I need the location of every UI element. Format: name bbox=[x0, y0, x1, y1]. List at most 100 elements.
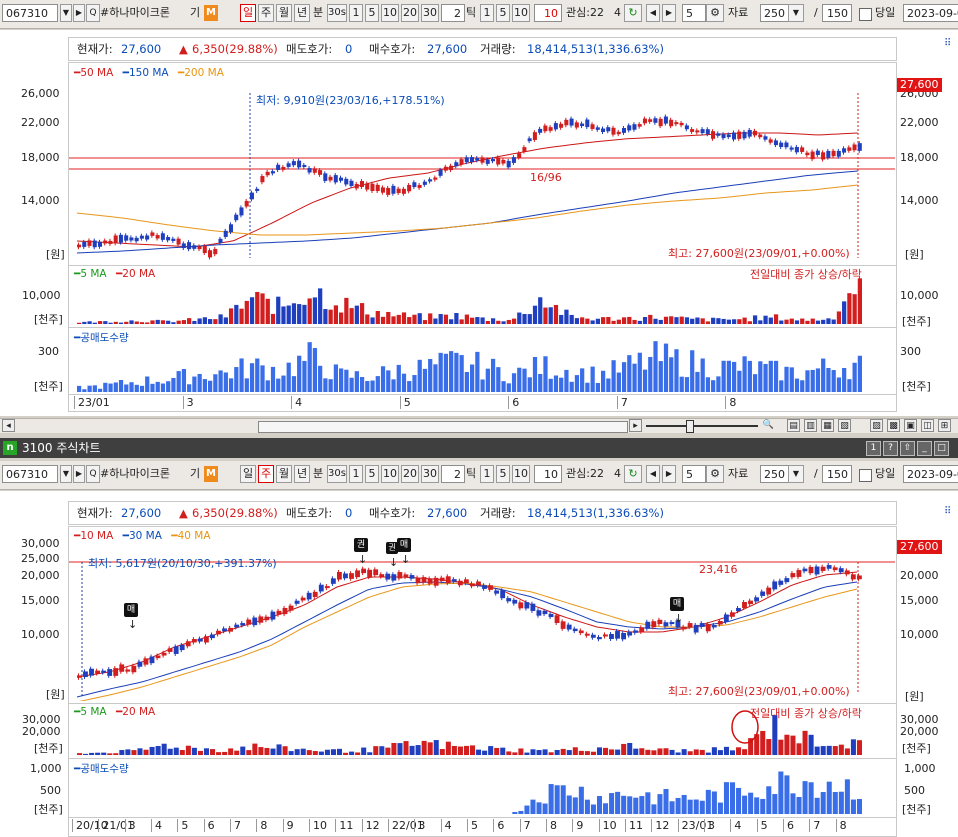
next-icon[interactable]: ▶ bbox=[662, 4, 676, 22]
chart1-short-bars bbox=[77, 341, 862, 392]
tick10-button-2[interactable]: 10 bbox=[512, 465, 530, 483]
next-icon-2[interactable]: ▶ bbox=[662, 465, 676, 483]
tick1-button[interactable]: 1 bbox=[480, 4, 494, 22]
zoom-slider-track[interactable] bbox=[646, 425, 758, 427]
zoom-icon[interactable]: 🔍 bbox=[762, 419, 775, 432]
sec30-button-2[interactable]: 30s bbox=[327, 465, 347, 483]
date-field[interactable]: 2023-09-0 bbox=[903, 4, 958, 22]
m-badge-icon-2[interactable]: M bbox=[204, 466, 218, 482]
min30-button-2[interactable]: 30 bbox=[421, 465, 439, 483]
tool-icon-6[interactable]: ▩ bbox=[887, 419, 900, 432]
c2-vol-bar bbox=[252, 743, 258, 755]
marker-right-1[interactable]: 권 bbox=[354, 538, 368, 552]
min10-button-2[interactable]: 10 bbox=[381, 465, 399, 483]
tool-icon-9[interactable]: ⊞ bbox=[938, 419, 951, 432]
marker-buy-2[interactable]: 매 bbox=[397, 538, 411, 552]
tick10-button[interactable]: 10 bbox=[512, 4, 530, 22]
c1-vol-bar bbox=[475, 317, 480, 324]
chevron-down-icon[interactable]: ▼ bbox=[788, 4, 804, 22]
c1-price-candle bbox=[475, 157, 480, 161]
prev-icon-2[interactable]: ◀ bbox=[646, 465, 660, 483]
tick-count-field[interactable]: 2 bbox=[441, 4, 465, 22]
tool-icon-2[interactable]: ▥ bbox=[804, 419, 817, 432]
min1-button-2[interactable]: 1 bbox=[349, 465, 363, 483]
marker-buy-1[interactable]: 매 bbox=[124, 603, 138, 617]
tool-icon-3[interactable]: ▦ bbox=[821, 419, 834, 432]
period-year-button-2[interactable]: 년 bbox=[294, 465, 310, 483]
c1-low-annotation: 최저: 9,910원(23/03/16,+178.51%) bbox=[256, 94, 445, 107]
period-week-button[interactable]: 주 bbox=[258, 4, 274, 22]
maximize-icon[interactable]: □ bbox=[934, 441, 949, 456]
next-arrow-icon[interactable]: ▶ bbox=[73, 4, 85, 22]
m-badge-icon[interactable]: M bbox=[204, 5, 218, 21]
tool-icon-7[interactable]: ▣ bbox=[904, 419, 917, 432]
tool-icon-1[interactable]: ▤ bbox=[787, 419, 800, 432]
tool-icon-5[interactable]: ▨ bbox=[870, 419, 883, 432]
chart1-expand-icon[interactable]: ⠿ bbox=[944, 38, 951, 49]
tool-icon-4[interactable]: ▧ bbox=[838, 419, 851, 432]
min5-button[interactable]: 5 bbox=[365, 4, 379, 22]
min5-button-2[interactable]: 5 bbox=[365, 465, 379, 483]
c1-price-candle bbox=[847, 147, 852, 151]
window-num-icon[interactable]: 1 bbox=[866, 441, 881, 456]
code-dropdown-icon-2[interactable]: ▼ bbox=[60, 465, 72, 483]
period-day-button[interactable]: 일 bbox=[240, 4, 256, 22]
min1-button[interactable]: 1 bbox=[349, 4, 363, 22]
sec30-button[interactable]: 30s bbox=[327, 4, 347, 22]
c2-price-candle bbox=[778, 580, 784, 585]
tick1-button-2[interactable]: 1 bbox=[480, 465, 494, 483]
tool-icon-8[interactable]: ◫ bbox=[921, 419, 934, 432]
scroll-right-icon[interactable]: ▸ bbox=[629, 419, 642, 432]
stock-code-field-2[interactable]: 067310 bbox=[2, 465, 58, 483]
search-icon-2[interactable]: Q bbox=[86, 465, 100, 483]
period-month-button[interactable]: 월 bbox=[276, 4, 292, 22]
zoom-slider-handle[interactable] bbox=[686, 420, 694, 433]
min30-button[interactable]: 30 bbox=[421, 4, 439, 22]
tick-value-field-2[interactable]: 10 bbox=[534, 465, 562, 483]
c1-vol-bar bbox=[459, 319, 464, 324]
scroll-left-icon[interactable]: ◂ bbox=[2, 419, 15, 432]
period-month-button-2[interactable]: 월 bbox=[276, 465, 292, 483]
min20-button-2[interactable]: 20 bbox=[401, 465, 419, 483]
x-label: 11 bbox=[335, 819, 353, 832]
period-week-button-2[interactable]: 주 bbox=[258, 465, 274, 483]
view-count-field-2[interactable]: 150 bbox=[822, 465, 852, 483]
step-field-2[interactable]: 5 bbox=[682, 465, 706, 483]
min20-button[interactable]: 20 bbox=[401, 4, 419, 22]
window-tool-icon[interactable]: ? bbox=[883, 441, 898, 456]
tick-value-field[interactable]: 10 bbox=[534, 4, 562, 22]
period-year-button[interactable]: 년 bbox=[294, 4, 310, 22]
tick5-button-2[interactable]: 5 bbox=[496, 465, 510, 483]
period-day-button-2[interactable]: 일 bbox=[240, 465, 256, 483]
code-dropdown-icon[interactable]: ▼ bbox=[60, 4, 72, 22]
next-arrow-icon-2[interactable]: ▶ bbox=[73, 465, 85, 483]
date-field-2[interactable]: 2023-09-0 bbox=[903, 465, 958, 483]
c2-price-candle bbox=[415, 577, 421, 584]
minimize-icon[interactable]: _ bbox=[917, 441, 932, 456]
c1-price-candle bbox=[307, 168, 312, 173]
view-count-field[interactable]: 150 bbox=[822, 4, 852, 22]
refresh-icon-2[interactable]: ↻ bbox=[624, 465, 642, 483]
stock-code-field[interactable]: 067310 bbox=[2, 4, 58, 22]
c1-short-bar bbox=[160, 383, 166, 392]
refresh-icon[interactable]: ↻ bbox=[624, 4, 642, 22]
c2-vol-bar bbox=[717, 750, 723, 755]
settings-gear-icon[interactable]: ⚙ bbox=[706, 4, 724, 22]
chart1-scrollbar[interactable] bbox=[258, 421, 628, 433]
today-checkbox-2[interactable] bbox=[859, 469, 872, 482]
step-field[interactable]: 5 bbox=[682, 4, 706, 22]
tick-count-field-2[interactable]: 2 bbox=[441, 465, 465, 483]
today-checkbox[interactable] bbox=[859, 8, 872, 21]
marker-buy-3[interactable]: 매 bbox=[670, 597, 684, 611]
search-icon[interactable]: Q bbox=[86, 4, 100, 22]
settings-gear-icon-2[interactable]: ⚙ bbox=[706, 465, 724, 483]
window-pin-icon[interactable]: ⇧ bbox=[900, 441, 915, 456]
min10-button[interactable]: 10 bbox=[381, 4, 399, 22]
c2-vol-bar bbox=[723, 746, 729, 755]
prev-icon[interactable]: ◀ bbox=[646, 4, 660, 22]
minute-label: 분 bbox=[313, 6, 324, 19]
chevron-down-icon-2[interactable]: ▼ bbox=[788, 465, 804, 483]
tick5-button[interactable]: 5 bbox=[496, 4, 510, 22]
chart2-expand-icon[interactable]: ⠿ bbox=[944, 506, 951, 517]
c1-short-bar bbox=[842, 367, 847, 392]
